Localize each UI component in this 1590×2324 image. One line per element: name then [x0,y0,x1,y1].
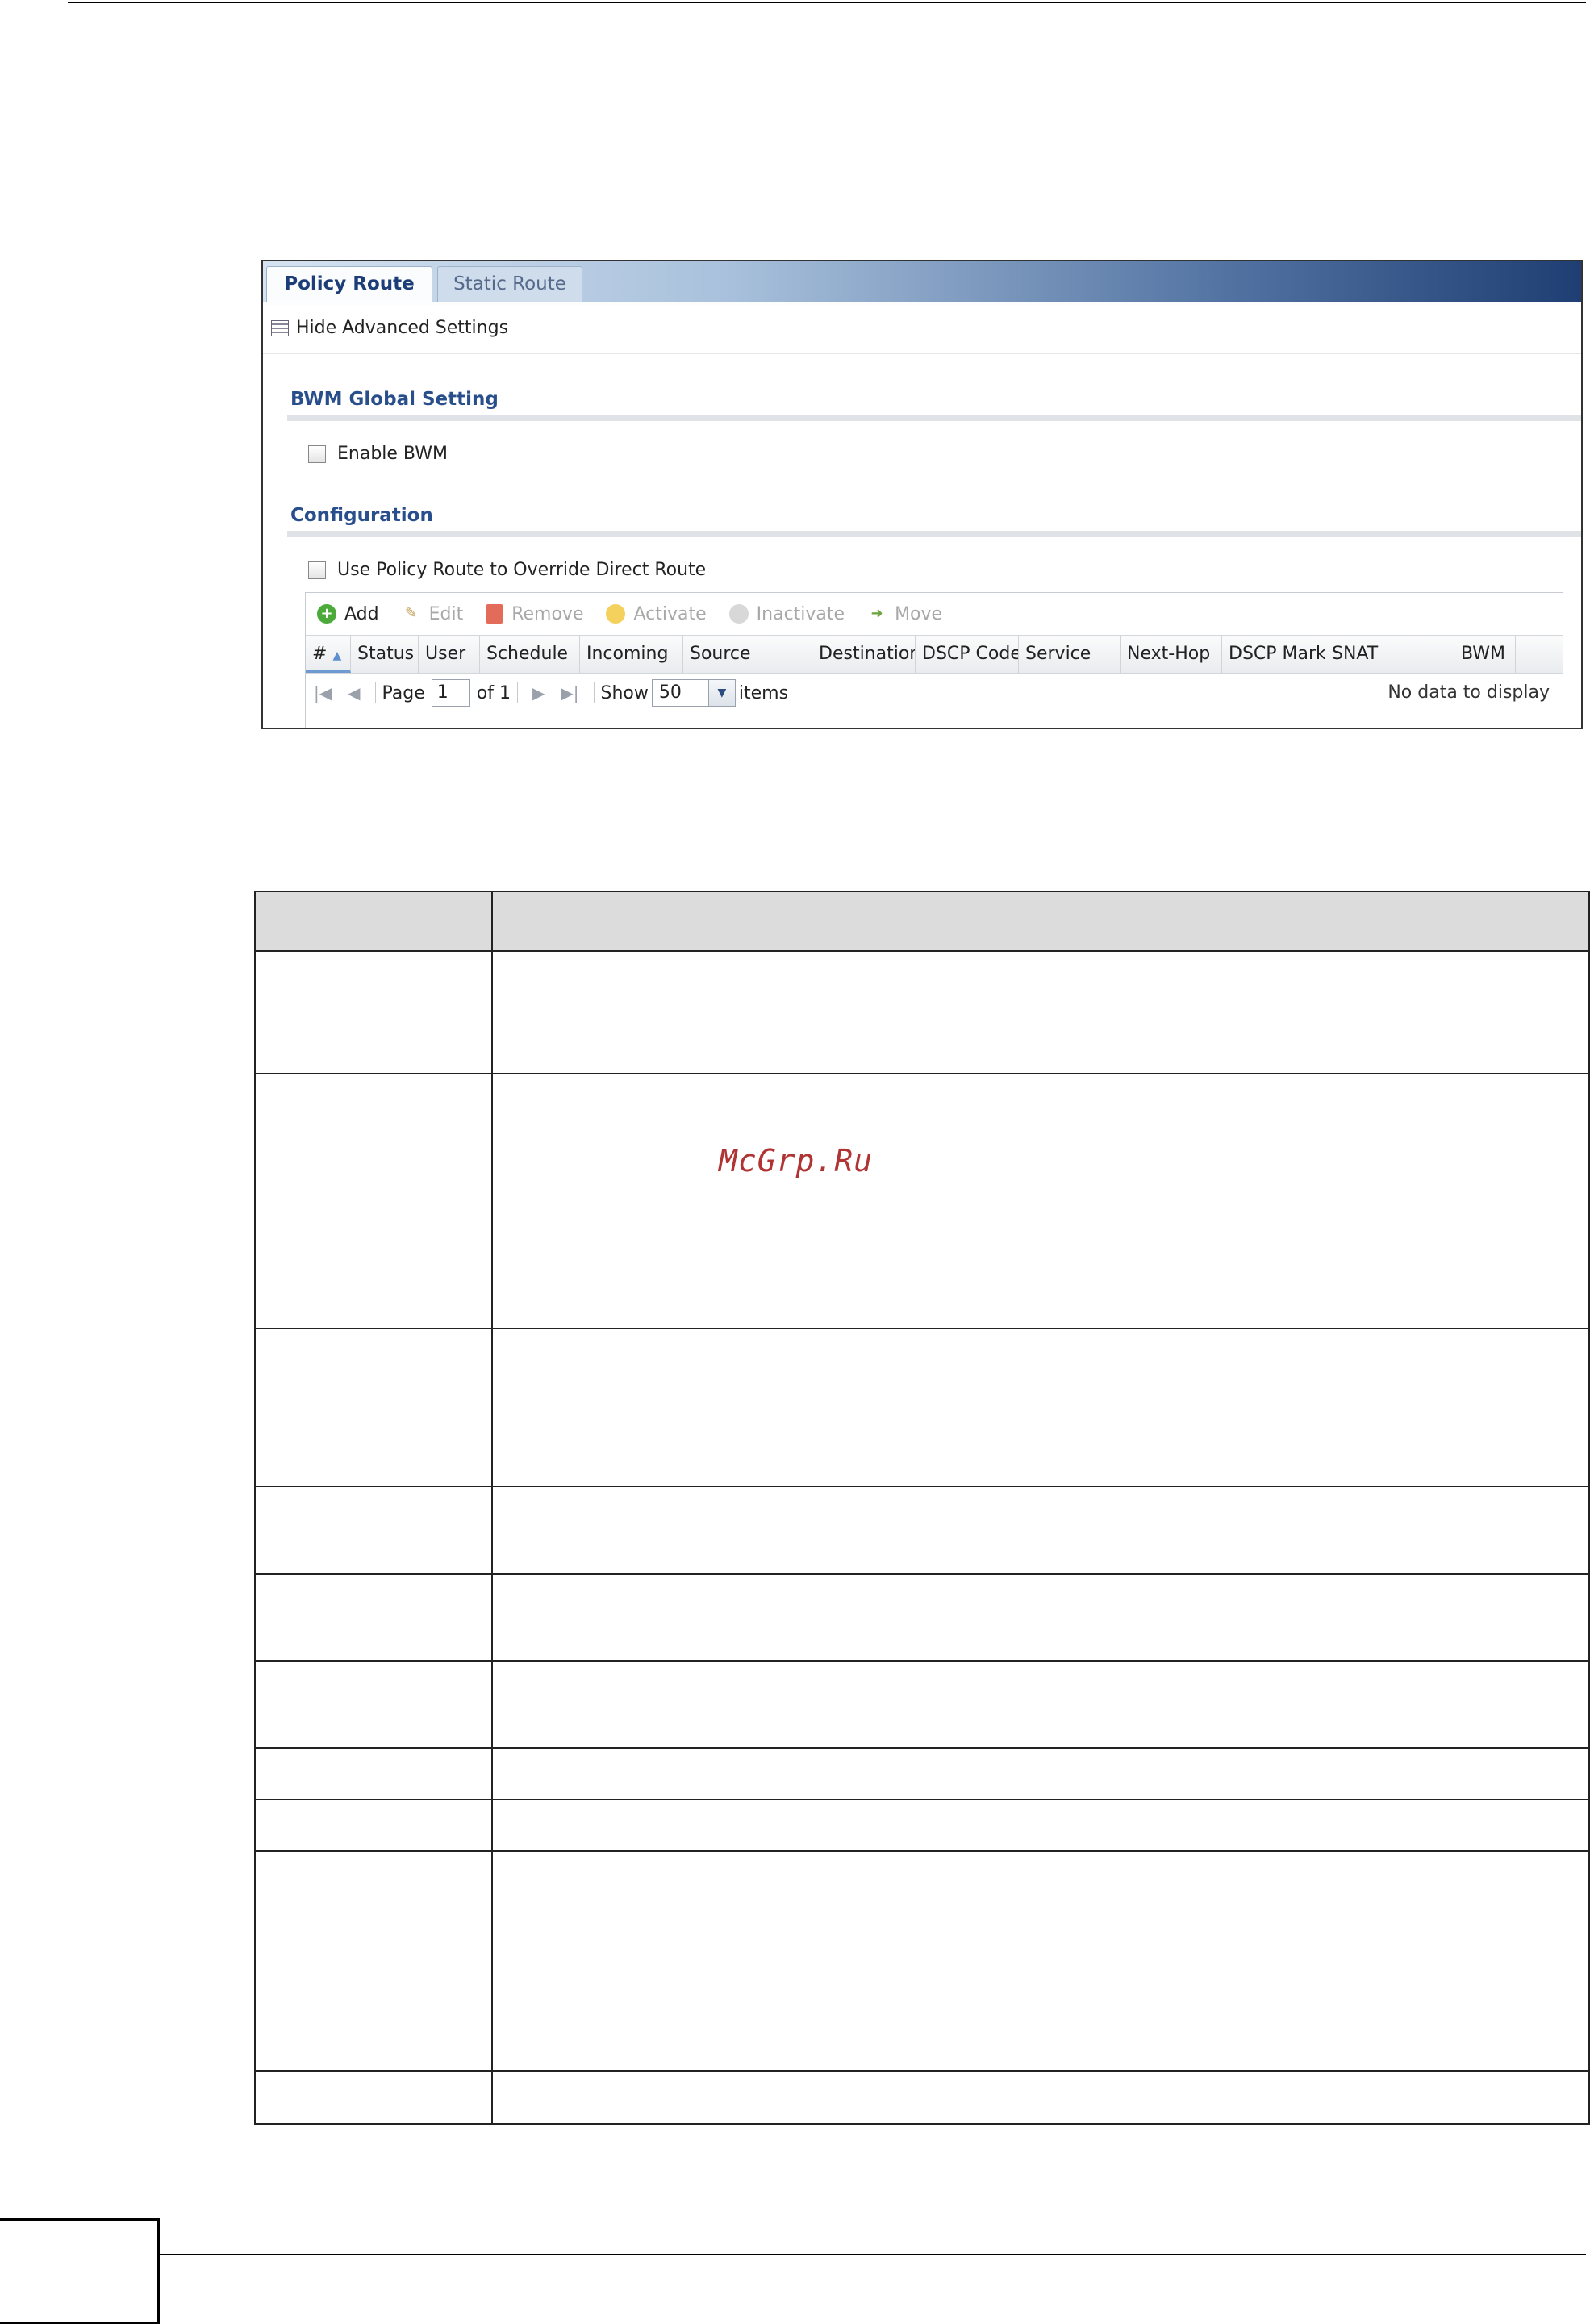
description-table [254,891,1590,2125]
tab-underline [263,302,1581,305]
first-page-icon[interactable]: |◀ [314,683,332,703]
chevron-down-icon[interactable]: ▼ [707,680,735,706]
page-number-input[interactable]: 1 [431,679,470,707]
inactivate-label: Inactivate [756,603,845,624]
pencil-icon: ✎ [405,605,418,622]
column-header-status[interactable]: Status [351,636,419,673]
override-direct-route-checkbox[interactable]: Use Policy Route to Override Direct Rout… [308,560,706,580]
edit-label: Edit [428,603,464,624]
column-header-label: # [312,644,328,664]
remove-label: Remove [511,603,584,624]
inactivate-button[interactable]: Inactivate [728,603,845,624]
table-row [256,1662,1588,1749]
table-row [256,1575,1588,1662]
tab-bar: Policy Route Static Route [263,261,1581,302]
column-header-user[interactable]: User [419,636,480,673]
page-number-box [0,2218,160,2324]
items-per-page-select[interactable]: 50 ▼ [651,679,736,707]
add-label: Add [344,603,379,624]
grid-pager: |◀ ◀ Page 1 of 1 ▶ ▶| Show 50 ▼ items No… [306,672,1563,714]
move-button[interactable]: ➜ Move [867,603,943,624]
table-row [256,1800,1588,1852]
column-header-number[interactable]: # ▲ [306,636,351,673]
items-per-page-value: 50 [658,682,682,703]
section-bar [287,415,1581,421]
lightbulb-off-icon [728,604,749,624]
configuration-section-title: Configuration [290,505,433,526]
table-header-row [256,892,1588,952]
column-header-incoming[interactable]: Incoming [580,636,683,673]
divider [263,353,1581,354]
items-label: items [738,682,789,703]
column-header-service[interactable]: Service [1019,636,1121,673]
empty-grid-message: No data to display [1388,682,1550,703]
column-header-bwm[interactable]: BWM [1454,636,1516,673]
override-direct-route-label: Use Policy Route to Override Direct Rout… [337,560,707,580]
footer-rule [160,2254,1586,2255]
last-page-icon[interactable]: ▶| [561,683,578,703]
section-bar [287,531,1581,537]
checkbox-box[interactable] [308,561,326,579]
column-header-next-hop[interactable]: Next-Hop [1121,636,1222,673]
table-row [256,1852,1588,2072]
policy-route-grid: + Add ✎ Edit Remove Activate Inactivate … [305,592,1563,728]
previous-page-icon[interactable]: ◀ [348,683,360,703]
column-header-schedule[interactable]: Schedule [480,636,580,673]
hide-advanced-settings-label: Hide Advanced Settings [296,318,509,338]
trash-icon [486,604,504,624]
grid-header: # ▲ Status User Schedule Incoming Source… [306,635,1563,674]
tab-static-route[interactable]: Static Route [437,266,582,302]
move-label: Move [895,603,943,624]
grid-toolbar: + Add ✎ Edit Remove Activate Inactivate … [306,593,1563,635]
next-page-icon[interactable]: ▶ [532,683,545,703]
checkbox-box[interactable] [308,444,326,463]
watermark-text: McGrp.Ru [719,1143,874,1179]
add-button[interactable]: + Add [317,604,379,624]
table-row [256,1749,1588,1800]
hide-advanced-settings-link[interactable]: Hide Advanced Settings [271,318,508,338]
policy-route-screenshot: Policy Route Static Route Hide Advanced … [261,260,1583,729]
page-count-label: of 1 [476,682,511,703]
bwm-section-title: BWM Global Setting [290,389,499,410]
column-header-dscp-code[interactable]: DSCP Code [916,636,1019,673]
table-row [256,1329,1588,1487]
page-label: Page [382,682,425,703]
column-header-snat[interactable]: SNAT [1325,636,1454,673]
table-row [256,1487,1588,1575]
enable-bwm-checkbox[interactable]: Enable BWM [308,444,448,464]
move-icon: ➜ [870,605,883,622]
pager-separator [374,682,376,703]
activate-button[interactable]: Activate [606,603,707,624]
edit-button[interactable]: ✎ Edit [402,603,464,624]
pager-separator [593,682,595,703]
column-header-dscp-mark[interactable]: DSCP Mark [1222,636,1325,673]
show-label: Show [600,682,649,703]
pager-separator [516,682,518,703]
activate-label: Activate [633,603,707,624]
column-header-destination[interactable]: Destination [812,636,916,673]
table-row [256,2072,1588,2123]
table-row [256,1074,1588,1329]
lightbulb-on-icon [606,604,626,624]
table-row [256,952,1588,1074]
column-divider [491,892,493,2123]
plus-icon: + [317,604,336,624]
enable-bwm-label: Enable BWM [337,444,448,464]
tab-policy-route[interactable]: Policy Route [266,266,432,302]
header-rule [68,2,1586,3]
column-header-source[interactable]: Source [683,636,812,673]
remove-button[interactable]: Remove [486,604,583,624]
sort-ascending-icon: ▲ [332,649,342,662]
list-icon [271,319,289,336]
